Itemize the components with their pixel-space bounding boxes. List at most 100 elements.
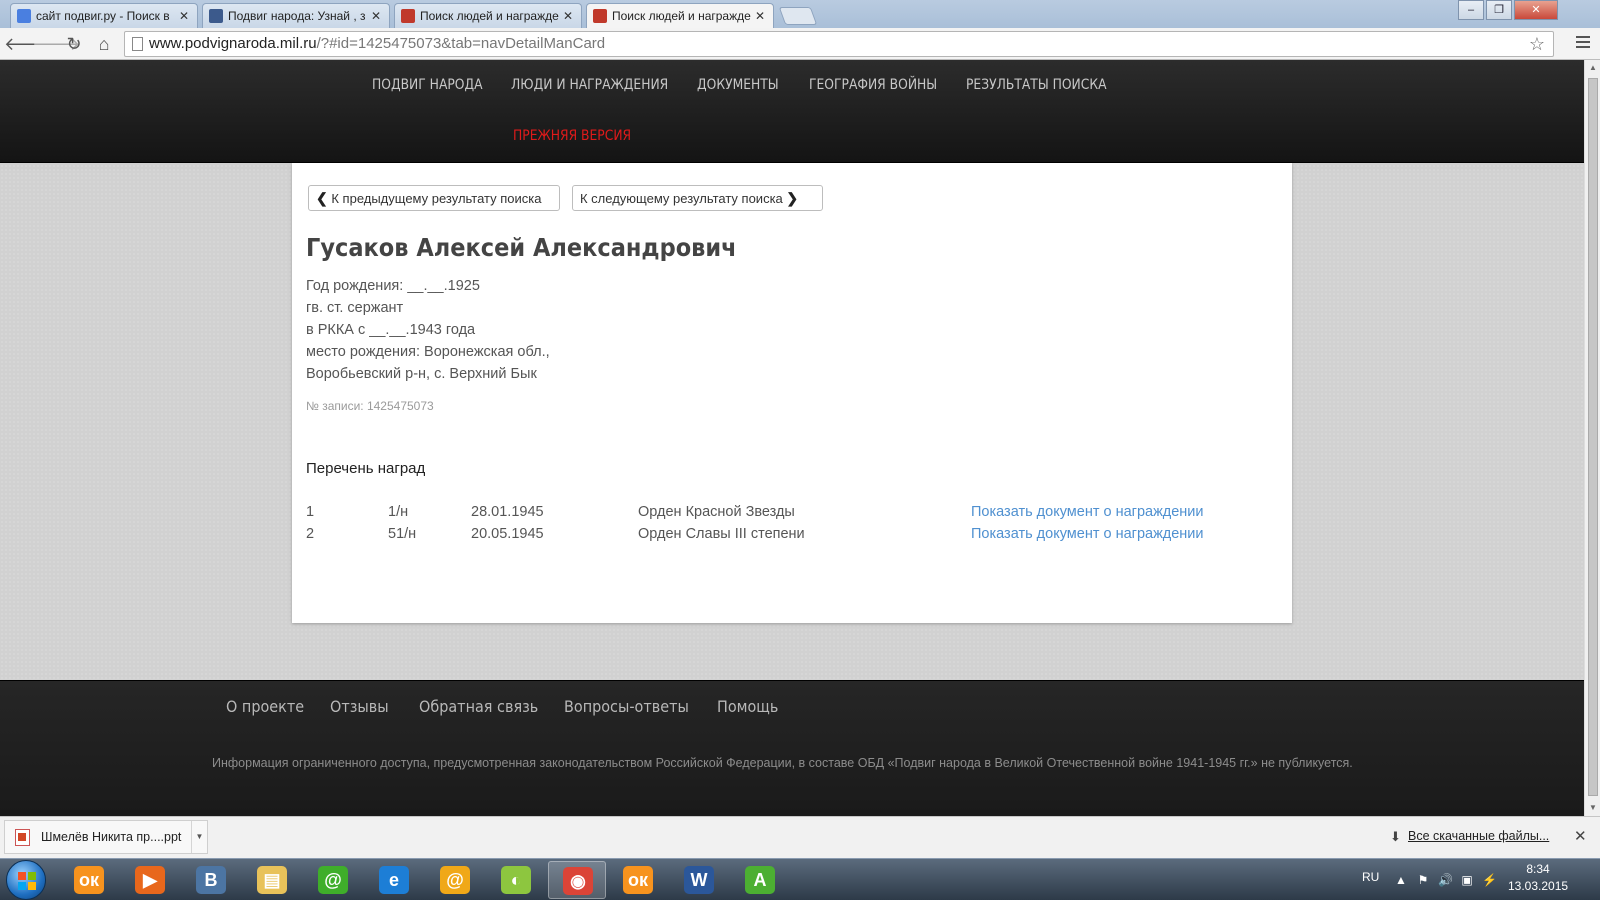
power-icon[interactable]: ⚡ xyxy=(1482,873,1497,887)
taskbar-chrome-button[interactable]: ◉ xyxy=(548,861,606,899)
media-player-icon: ▶ xyxy=(135,866,165,894)
page-viewport: ПОДВИГ НАРОДА ЛЮДИ И НАГРАЖДЕНИЯ ДОКУМЕН… xyxy=(0,60,1584,816)
footer-link-help[interactable]: Помощь xyxy=(717,697,778,716)
downloaded-file-item[interactable]: Шмелёв Никита пр....ppt ▼ xyxy=(4,820,208,854)
show-award-document-link[interactable]: Показать документ о награждении xyxy=(971,526,1204,542)
award-number: 1 xyxy=(306,504,315,520)
chevron-down-icon[interactable]: ▼ xyxy=(191,821,207,853)
system-clock[interactable]: 8:34 13.03.2015 xyxy=(1508,861,1568,895)
page-scrollbar[interactable]: ▲ ▼ xyxy=(1584,60,1600,816)
previous-result-button[interactable]: ❮ К предыдущему результату поиска xyxy=(308,185,560,211)
site-footer: О проекте Отзывы Обратная связь Вопросы-… xyxy=(0,680,1584,816)
person-name: Гусаков Алексей Александрович xyxy=(306,233,737,262)
reload-icon[interactable]: ↻ xyxy=(62,32,86,56)
network-icon[interactable]: ▣ xyxy=(1460,873,1474,887)
bookmark-star-icon[interactable]: ☆ xyxy=(1529,32,1545,56)
internet-explorer-icon: e xyxy=(379,866,409,894)
maximize-button[interactable]: ❐ xyxy=(1486,0,1512,20)
taskbar-green-app-button[interactable]: А xyxy=(731,861,789,899)
tab-title: Подвиг народа: Узнай , з xyxy=(228,9,366,23)
vkontakte-icon: В xyxy=(196,866,226,894)
nav-old-version[interactable]: ПРЕЖНЯЯ ВЕРСИЯ xyxy=(513,128,631,144)
address-bar[interactable]: www.podvignaroda.mil.ru/?#id=1425475073&… xyxy=(124,31,1554,57)
award-name: Орден Славы III степени xyxy=(638,526,805,542)
tab-title: Поиск людей и награжде xyxy=(612,9,751,23)
next-result-label: К следующему результату поиска xyxy=(580,191,783,206)
taskbar-icq-button[interactable]: @ xyxy=(304,861,362,899)
footer-link-about[interactable]: О проекте xyxy=(226,697,304,716)
tab-close-icon[interactable]: ✕ xyxy=(753,9,767,23)
minimize-button[interactable]: – xyxy=(1458,0,1484,20)
new-tab-button[interactable] xyxy=(778,7,818,25)
footer-link-feedback[interactable]: Обратная связь xyxy=(419,697,538,716)
download-arrow-icon: ⬇ xyxy=(1390,829,1401,844)
powerpoint-file-icon xyxy=(15,829,30,846)
file-explorer-icon: ▤ xyxy=(257,866,287,894)
scroll-up-icon[interactable]: ▲ xyxy=(1585,60,1600,76)
start-button[interactable] xyxy=(6,860,46,900)
taskbar-word-button[interactable]: W xyxy=(670,861,728,899)
footer-link-faq[interactable]: Вопросы-ответы xyxy=(564,697,689,716)
url-host: www.podvignaroda.mil.ru xyxy=(149,35,317,52)
footer-link-reviews[interactable]: Отзывы xyxy=(330,697,389,716)
nav-war-geography[interactable]: ГЕОГРАФИЯ ВОЙНЫ xyxy=(809,77,937,93)
browser-tab-2[interactable]: Подвиг народа: Узнай , з ✕ xyxy=(202,3,390,28)
chevron-left-icon: ❮ xyxy=(316,190,328,206)
show-award-document-link[interactable]: Показать документ о награждении xyxy=(971,504,1204,520)
taskbar-mail-agent-button[interactable]: @ xyxy=(426,861,484,899)
tab-close-icon[interactable]: ✕ xyxy=(369,9,383,23)
icq-icon: @ xyxy=(318,866,348,894)
table-row: 2 51/н 20.05.1945 Орден Славы III степен… xyxy=(306,526,1266,548)
back-arrow-icon[interactable]: 🡐 xyxy=(4,32,52,56)
scrollbar-thumb[interactable] xyxy=(1588,78,1598,796)
nav-search-results[interactable]: РЕЗУЛЬТАТЫ ПОИСКА xyxy=(966,77,1107,93)
show-all-downloads-link[interactable]: Все скачанные файлы... xyxy=(1408,829,1549,843)
nav-podvig-naroda[interactable]: ПОДВИГ НАРОДА xyxy=(372,77,483,93)
action-center-flag-icon[interactable]: ⚑ xyxy=(1416,873,1430,887)
clock-date: 13.03.2015 xyxy=(1508,879,1569,893)
award-date: 28.01.1945 xyxy=(471,504,544,520)
volume-icon[interactable]: 🔊 xyxy=(1438,873,1453,887)
windows-logo-icon xyxy=(18,872,36,890)
taskbar-amigo-button[interactable]: ◐ xyxy=(487,861,545,899)
browser-tab-1[interactable]: сайт подвиг.ру - Поиск в ✕ xyxy=(10,3,198,28)
tab-title: Поиск людей и награжде xyxy=(420,9,559,23)
service-start: в РККА с __.__.1943 года xyxy=(306,322,476,338)
taskbar-vkontakte-button[interactable]: В xyxy=(182,861,240,899)
word-icon: W xyxy=(684,866,714,894)
forward-arrow-icon[interactable]: 🡒 xyxy=(32,32,80,56)
next-result-button[interactable]: К следующему результату поиска ❯ xyxy=(572,185,823,211)
home-icon[interactable]: ⌂ xyxy=(92,32,116,56)
birthplace-line-2: Воробьевский р-н, с. Верхний Бык xyxy=(306,366,537,382)
chrome-icon: ◉ xyxy=(563,867,593,895)
nav-documents[interactable]: ДОКУМЕНТЫ xyxy=(697,77,779,93)
browser-tab-4-active[interactable]: Поиск людей и награжде ✕ xyxy=(586,3,774,28)
taskbar-internet-explorer-button[interactable]: e xyxy=(365,861,423,899)
green-app-icon: А xyxy=(745,866,775,894)
taskbar-odnoklassniki-2-button[interactable]: ок xyxy=(609,861,667,899)
award-document-number: 1/н xyxy=(388,504,409,520)
browser-menu-icon[interactable] xyxy=(1576,36,1590,50)
browser-tab-strip: сайт подвиг.ру - Поиск в ✕ Подвиг народа… xyxy=(0,0,1600,28)
award-document-number: 51/н xyxy=(388,526,417,542)
browser-tab-3[interactable]: Поиск людей и награжде ✕ xyxy=(394,3,582,28)
url-path: /?#id=1425475073&tab=navDetailManCard xyxy=(316,35,606,52)
close-download-bar-icon[interactable]: ✕ xyxy=(1574,827,1587,845)
tab-title: сайт подвиг.ру - Поиск в xyxy=(36,9,170,23)
table-row: 1 1/н 28.01.1945 Орден Красной Звезды По… xyxy=(306,504,1266,526)
tab-close-icon[interactable]: ✕ xyxy=(561,9,575,23)
scroll-down-icon[interactable]: ▼ xyxy=(1585,800,1600,816)
nav-people-and-awards[interactable]: ЛЮДИ И НАГРАЖДЕНИЯ xyxy=(511,77,668,93)
odnoklassniki-icon: ок xyxy=(74,866,104,894)
military-rank: гв. ст. сержант xyxy=(306,300,404,316)
birth-year: Год рождения: __.__.1925 xyxy=(306,278,480,294)
show-hidden-icons-icon[interactable]: ▲ xyxy=(1394,873,1408,887)
odnoklassniki-2-icon: ок xyxy=(623,866,653,894)
taskbar-media-player-button[interactable]: ▶ xyxy=(121,861,179,899)
award-date: 20.05.1945 xyxy=(471,526,544,542)
taskbar-file-explorer-button[interactable]: ▤ xyxy=(243,861,301,899)
taskbar-odnoklassniki-button[interactable]: ок xyxy=(60,861,118,899)
close-window-button[interactable]: ✕ xyxy=(1514,0,1558,20)
tab-close-icon[interactable]: ✕ xyxy=(177,9,191,23)
language-indicator[interactable]: RU xyxy=(1362,870,1379,884)
